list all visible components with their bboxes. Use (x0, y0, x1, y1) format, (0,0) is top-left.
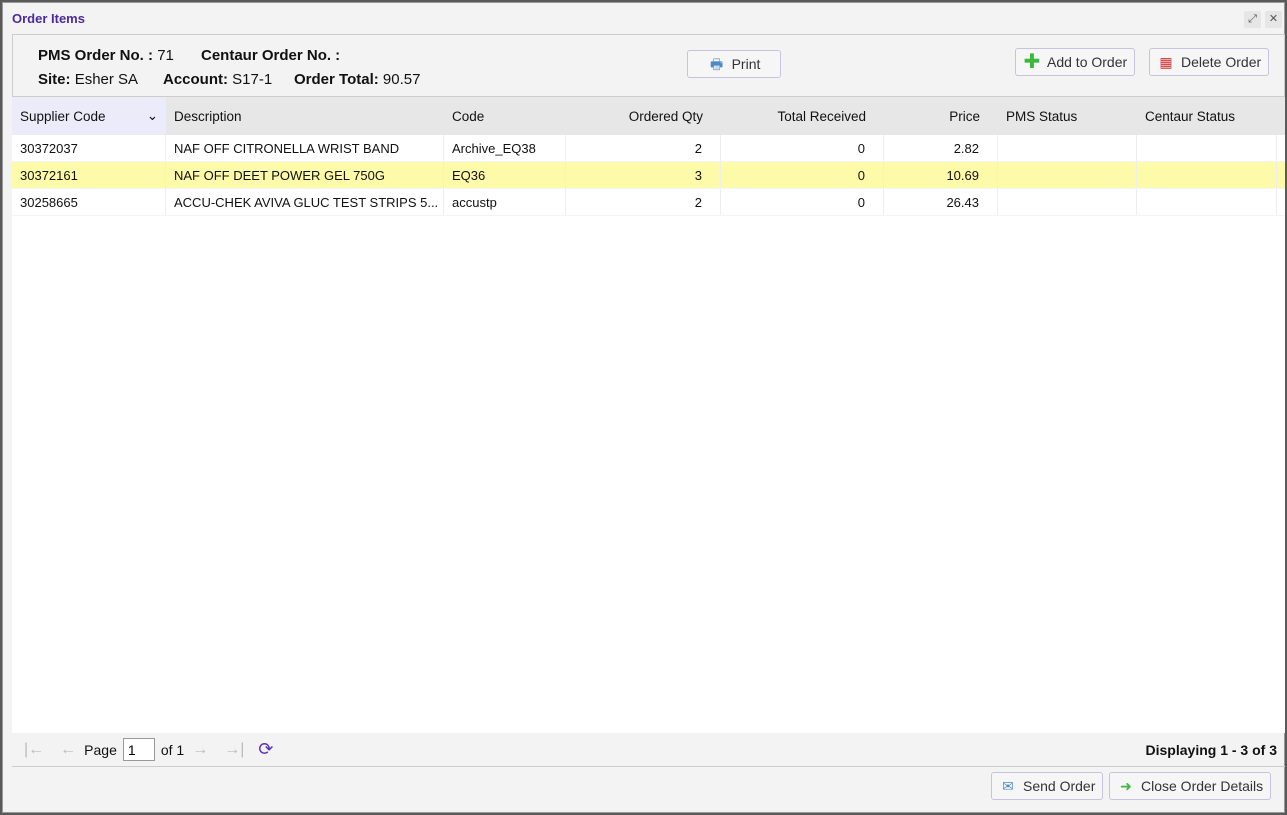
order-items-grid: Supplier Code ⌄ Description Code Ordered Qty… (12, 97, 1285, 733)
column-header[interactable]: Description (166, 97, 444, 135)
send-label: Send Order (1023, 778, 1096, 794)
table-cell (998, 189, 1137, 215)
print-button[interactable]: 🖶 Print (687, 50, 781, 78)
column-header-label: Supplier Code (20, 108, 106, 124)
column-header[interactable]: Centaur Status (1137, 97, 1277, 135)
order-total-value: 90.57 (382, 71, 421, 88)
table-cell: 30372037 (12, 135, 166, 161)
column-header-label: PMS Status (1006, 108, 1078, 124)
pms-order-label: PMS Order No. : (38, 47, 154, 64)
table-row[interactable]: 30258665 ACCU-CHEK AVIVA GLUC TEST STRIPS… (12, 189, 1285, 216)
table-cell: 2 (566, 135, 721, 161)
next-page-icon[interactable]: → (192, 741, 208, 759)
table-row[interactable]: 30372161 NAF OFF DEET POWER GEL 750G EQ36 3… (12, 162, 1285, 189)
column-header-label: Description (174, 108, 242, 124)
add-label: Add to Order (1047, 54, 1128, 70)
table-cell (998, 135, 1137, 161)
exit-door-icon: ➜ (1120, 778, 1132, 794)
centaur-order-label: Centaur Order No. : (201, 47, 341, 64)
site-label: Site: (38, 71, 71, 88)
column-header-label: Price (949, 108, 980, 124)
table-cell (998, 162, 1137, 188)
table-cell: 30372161 (12, 162, 166, 188)
account-value: S17-1 (232, 71, 273, 88)
table-cell: 10.69 (884, 162, 998, 188)
order-header: PMS Order No. : 71 Centaur Order No. : S… (12, 34, 1285, 97)
send-order-button[interactable]: ✉ Send Order (991, 772, 1104, 800)
table-cell: 0 (721, 135, 884, 161)
table-cell: 2.82 (884, 135, 998, 161)
column-header-label: Code (452, 108, 485, 124)
table-cell: 2 (566, 189, 721, 215)
delete-order-button[interactable]: ▦ Delete Order (1149, 48, 1270, 76)
table-cell (1137, 135, 1277, 161)
plus-icon: ✚ (1023, 51, 1041, 73)
column-header[interactable]: Supplier Code ⌄ (12, 97, 166, 135)
table-cell: NAF OFF CITRONELLA WRIST BAND (166, 135, 444, 161)
add-to-order-button[interactable]: ✚ Add to Order (1015, 48, 1136, 76)
delete-label: Delete Order (1181, 54, 1262, 70)
column-header[interactable]: PMS Status (998, 97, 1137, 135)
order-items-window: Order Items ⤢ ✕ PMS Order No. : 71 Centa… (2, 2, 1285, 813)
order-total-label: Order Total: (294, 71, 379, 88)
prev-page-icon[interactable]: ← (60, 741, 76, 759)
displaying-info: Displaying 1 - 3 of 3 (1145, 741, 1277, 758)
print-label: Print (731, 56, 761, 72)
table-cell: 26.43 (884, 189, 998, 215)
table-row[interactable]: 30372037 NAF OFF CITRONELLA WRIST BAND Arc… (12, 135, 1285, 162)
delete-grid-icon: ▦ (1159, 54, 1173, 70)
last-page-icon[interactable]: →| (224, 741, 244, 759)
table-cell (1137, 162, 1277, 188)
table-cell: NAF OFF DEET POWER GEL 750G (166, 162, 444, 188)
table-cell: 0 (721, 189, 884, 215)
site-value: Esher SA (74, 71, 139, 88)
printer-icon: 🖶 (709, 56, 724, 72)
column-header-label: Total Received (777, 108, 866, 124)
first-page-icon[interactable]: |← (24, 741, 44, 759)
column-header[interactable]: Ordered Qty (566, 97, 721, 135)
grid-header: Supplier Code ⌄ Description Code Ordered Qty… (12, 97, 1285, 135)
page-label: Page (84, 741, 117, 758)
account-label: Account: (163, 71, 228, 88)
table-cell: 0 (721, 162, 884, 188)
window-title: Order Items (12, 11, 85, 26)
table-cell: EQ36 (444, 162, 566, 188)
pager: |← ← Page of 1 → →| ⟳ Displaying 1 - 3 o… (12, 733, 1285, 767)
table-cell: Archive_EQ38 (444, 135, 566, 161)
chevron-down-icon[interactable]: ⌄ (147, 108, 158, 124)
maximize-icon[interactable]: ⤢ (1244, 11, 1261, 28)
column-header[interactable]: Price (884, 97, 998, 135)
page-input[interactable] (122, 738, 155, 761)
close-label: Close Order Details (1141, 778, 1264, 794)
pms-order-value: 71 (157, 47, 174, 64)
column-header[interactable]: Code (444, 97, 566, 135)
table-cell: accustp (444, 189, 566, 215)
table-cell: ACCU-CHEK AVIVA GLUC TEST STRIPS 5... (166, 189, 444, 215)
table-cell: 30258665 (12, 189, 166, 215)
send-mail-icon: ✉ (1002, 778, 1014, 794)
column-header[interactable]: Total Received (721, 97, 884, 135)
column-header-label: Ordered Qty (628, 108, 703, 124)
table-cell: 3 (566, 162, 721, 188)
page-count: of 1 (160, 741, 185, 758)
table-cell (1137, 189, 1277, 215)
close-icon[interactable]: ✕ (1265, 11, 1282, 28)
refresh-icon[interactable]: ⟳ (258, 739, 273, 760)
column-header-label: Centaur Status (1145, 108, 1236, 124)
close-order-details-button[interactable]: ➜ Close Order Details (1109, 772, 1272, 800)
